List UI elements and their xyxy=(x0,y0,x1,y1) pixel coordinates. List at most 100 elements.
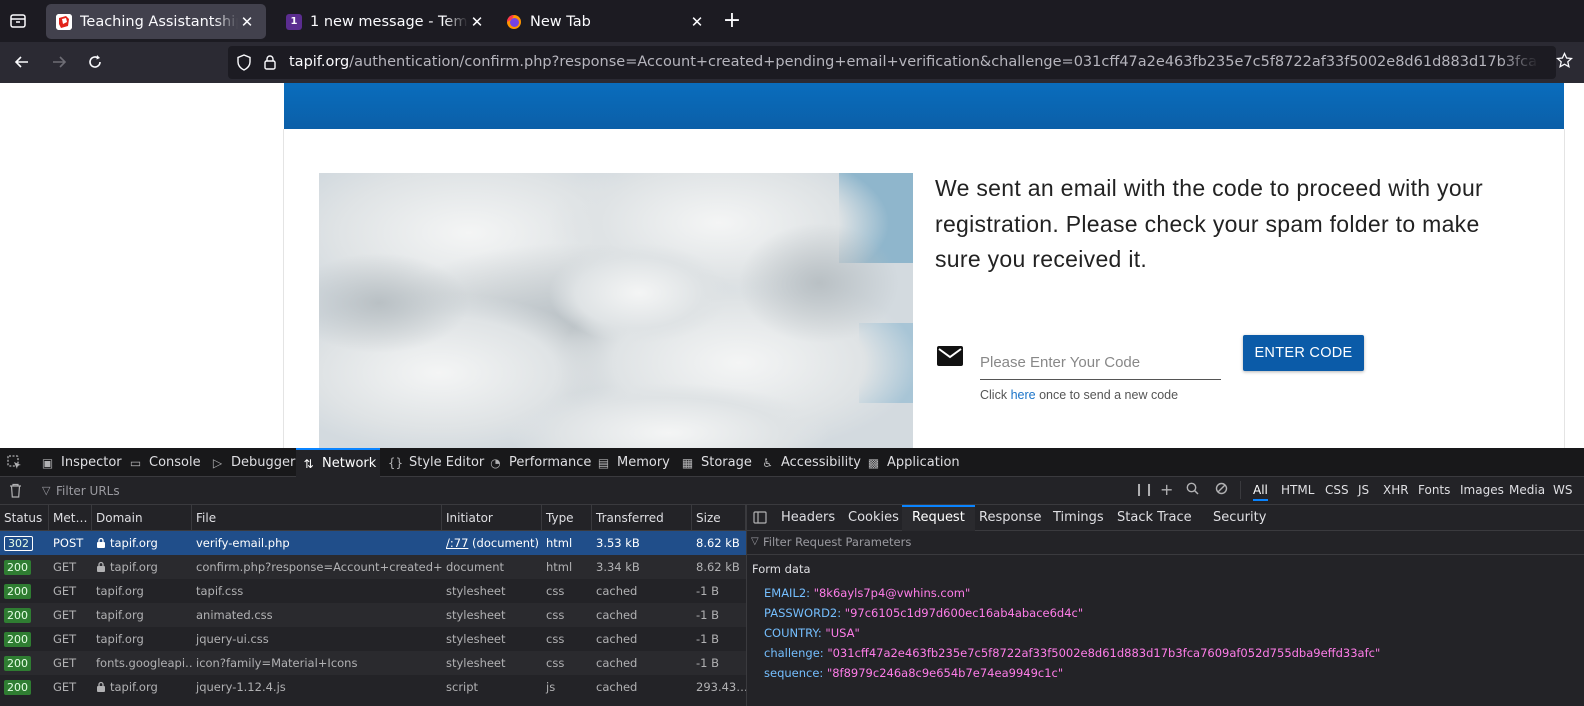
code-input[interactable] xyxy=(980,338,1221,380)
url-bar[interactable]: tapif.org/authentication/confirm.php?res… xyxy=(228,46,1556,79)
element-picker-icon[interactable] xyxy=(7,455,22,473)
form-row-challenge[interactable]: challenge: "031cff47a2e463fb235e7c5f8722… xyxy=(764,646,1380,660)
cell-method: GET xyxy=(53,632,77,646)
form-row-password[interactable]: PASSWORD2: "97c6105c1d97d600ec16ab4abace… xyxy=(764,606,1083,620)
type-filter-js[interactable]: JS xyxy=(1358,483,1369,497)
network-filter-bar: ▽ ❙❙ + All HTML CSS JS XHR Fonts Images … xyxy=(0,477,1584,505)
request-row[interactable]: 200 GET tapif.org confirm.php?response=Acco… xyxy=(0,555,746,579)
type-filter-all[interactable]: All xyxy=(1253,483,1268,501)
application-icon: ▩ xyxy=(867,455,880,470)
form-value: "8k6ayls7p4@vwhins.com" xyxy=(813,586,971,600)
back-arrow-icon[interactable] xyxy=(10,50,34,74)
navigation-bar: tapif.org/authentication/confirm.php?res… xyxy=(0,42,1584,83)
enter-code-button[interactable]: ENTER CODE xyxy=(1243,335,1364,371)
request-row[interactable]: 200 GET fonts.googleapi… icon?family=Materi… xyxy=(0,651,746,675)
domain-text: fonts.googleapi… xyxy=(96,656,192,670)
url-text[interactable]: tapif.org/authentication/confirm.php?res… xyxy=(289,54,1539,70)
column-type[interactable]: Type xyxy=(542,505,592,531)
column-status[interactable]: Status xyxy=(0,505,49,531)
initiator-text: document xyxy=(446,560,505,574)
initiator-link[interactable]: /:77 xyxy=(446,536,468,550)
resend-link[interactable]: here xyxy=(1011,388,1036,402)
cell-transferred: cached xyxy=(596,584,638,598)
type-filter-ws[interactable]: WS xyxy=(1553,483,1572,497)
devtools-tab-debugger[interactable]: ▷ Debugger xyxy=(210,448,295,477)
request-row[interactable]: 200 GET tapif.org tapif.css stylesheet css cac… xyxy=(0,579,746,603)
filter-params-input[interactable] xyxy=(763,535,1263,549)
devtools-tab-inspector[interactable]: ▣ Inspector xyxy=(40,448,122,477)
storage-icon: ▦ xyxy=(681,455,694,470)
page-viewport: We sent an email with the code to procee… xyxy=(0,83,1584,448)
cell-file: animated.css xyxy=(196,608,273,622)
domain-text: tapif.org xyxy=(110,560,158,574)
cell-type: css xyxy=(546,584,565,598)
cell-transferred: cached xyxy=(596,632,638,646)
filter-urls-input[interactable] xyxy=(40,482,440,500)
request-row[interactable]: 200 GET tapif.org jquery-ui.css stylesheet cs… xyxy=(0,627,746,651)
status-badge: 200 xyxy=(4,608,31,623)
details-tab-cookies[interactable]: Cookies xyxy=(838,505,909,531)
devtools-tab-storage[interactable]: ▦ Storage xyxy=(680,448,752,477)
type-filter-media[interactable]: Media xyxy=(1509,483,1545,497)
search-icon[interactable] xyxy=(1186,482,1199,498)
pause-icon[interactable]: ❙❙ xyxy=(1134,482,1154,496)
tab-new-tab[interactable]: New Tab ✕ xyxy=(496,4,716,39)
form-key: challenge: xyxy=(764,646,824,660)
verification-message: We sent an email with the code to procee… xyxy=(935,175,1483,272)
url-path: /authentication/confirm.php?response=Acc… xyxy=(349,54,1539,70)
close-tab-icon[interactable]: ✕ xyxy=(238,13,256,31)
column-file[interactable]: File xyxy=(192,505,442,531)
tab-teaching-assistantship[interactable]: Teaching Assistantship Pr ✕ xyxy=(46,4,266,39)
cell-type: html xyxy=(546,560,573,574)
close-tab-icon[interactable]: ✕ xyxy=(688,13,706,31)
tab-overview-icon[interactable] xyxy=(6,10,30,32)
type-filter-html[interactable]: HTML xyxy=(1281,483,1314,497)
toggle-sidebar-icon[interactable] xyxy=(753,511,767,527)
devtools-tab-console[interactable]: ▭ Console xyxy=(128,448,201,477)
details-tab-request[interactable]: Request xyxy=(902,505,975,531)
forward-arrow-icon[interactable] xyxy=(47,50,71,74)
new-tab-button[interactable]: + xyxy=(720,8,744,34)
cell-file: confirm.php?response=Account+created+pen… xyxy=(196,560,442,574)
details-tab-headers[interactable]: Headers xyxy=(771,505,845,531)
form-row-country[interactable]: COUNTRY: "USA" xyxy=(764,626,860,640)
block-icon[interactable] xyxy=(1215,482,1228,498)
tapif-favicon-icon xyxy=(56,13,72,30)
resend-code-text: Click here once to send a new code xyxy=(980,388,1178,402)
devtools-tab-application[interactable]: ▩ Application xyxy=(866,448,960,477)
secure-lock-icon xyxy=(96,560,110,574)
form-row-email[interactable]: EMAIL2: "8k6ayls7p4@vwhins.com" xyxy=(764,586,970,600)
tracking-shield-icon[interactable] xyxy=(236,54,252,75)
lock-icon[interactable] xyxy=(263,54,277,74)
details-tab-stack-trace[interactable]: Stack Trace xyxy=(1107,505,1202,531)
request-row[interactable]: 200 GET tapif.org animated.css stylesheet css… xyxy=(0,603,746,627)
column-size[interactable]: Size xyxy=(692,505,746,531)
form-key: PASSWORD2: xyxy=(764,606,842,620)
tab-temp-mail[interactable]: 1 1 new message - Temp M ✕ xyxy=(276,4,496,39)
devtools-tab-memory[interactable]: ▤ Memory xyxy=(596,448,670,477)
request-row[interactable]: 200 GET tapif.org jquery-1.12.4.js script js c… xyxy=(0,675,746,699)
devtools-tab-accessibility[interactable]: ♿ Accessibility xyxy=(760,448,861,477)
tab-label: Network xyxy=(322,456,377,471)
type-filter-css[interactable]: CSS xyxy=(1325,483,1349,497)
close-tab-icon[interactable]: ✕ xyxy=(468,13,486,31)
request-row[interactable]: 302 POST tapif.org verify-email.php /:77 (do… xyxy=(0,531,746,555)
column-method[interactable]: Met… xyxy=(49,505,92,531)
type-filter-xhr[interactable]: XHR xyxy=(1383,483,1409,497)
add-block-icon[interactable]: + xyxy=(1160,480,1173,499)
column-transferred[interactable]: Transferred xyxy=(592,505,692,531)
type-filter-fonts[interactable]: Fonts xyxy=(1418,483,1450,497)
details-tab-security[interactable]: Security xyxy=(1203,505,1276,531)
reload-icon[interactable] xyxy=(83,50,107,74)
column-initiator[interactable]: Initiator xyxy=(442,505,542,531)
devtools-tab-performance[interactable]: ◔ Performance xyxy=(488,448,591,477)
form-row-sequence[interactable]: sequence: "8f8979c246a8c9e654b7e74ea9949… xyxy=(764,666,1063,680)
details-tab-timings[interactable]: Timings xyxy=(1043,505,1114,531)
trash-icon[interactable] xyxy=(9,483,22,501)
bookmark-star-icon[interactable] xyxy=(1555,51,1574,73)
details-tab-response[interactable]: Response xyxy=(969,505,1051,531)
devtools-tab-network[interactable]: ⇅ Network xyxy=(296,448,380,477)
column-domain[interactable]: Domain xyxy=(92,505,192,531)
devtools-tab-style-editor[interactable]: {} Style Editor xyxy=(388,448,484,477)
type-filter-images[interactable]: Images xyxy=(1460,483,1504,497)
